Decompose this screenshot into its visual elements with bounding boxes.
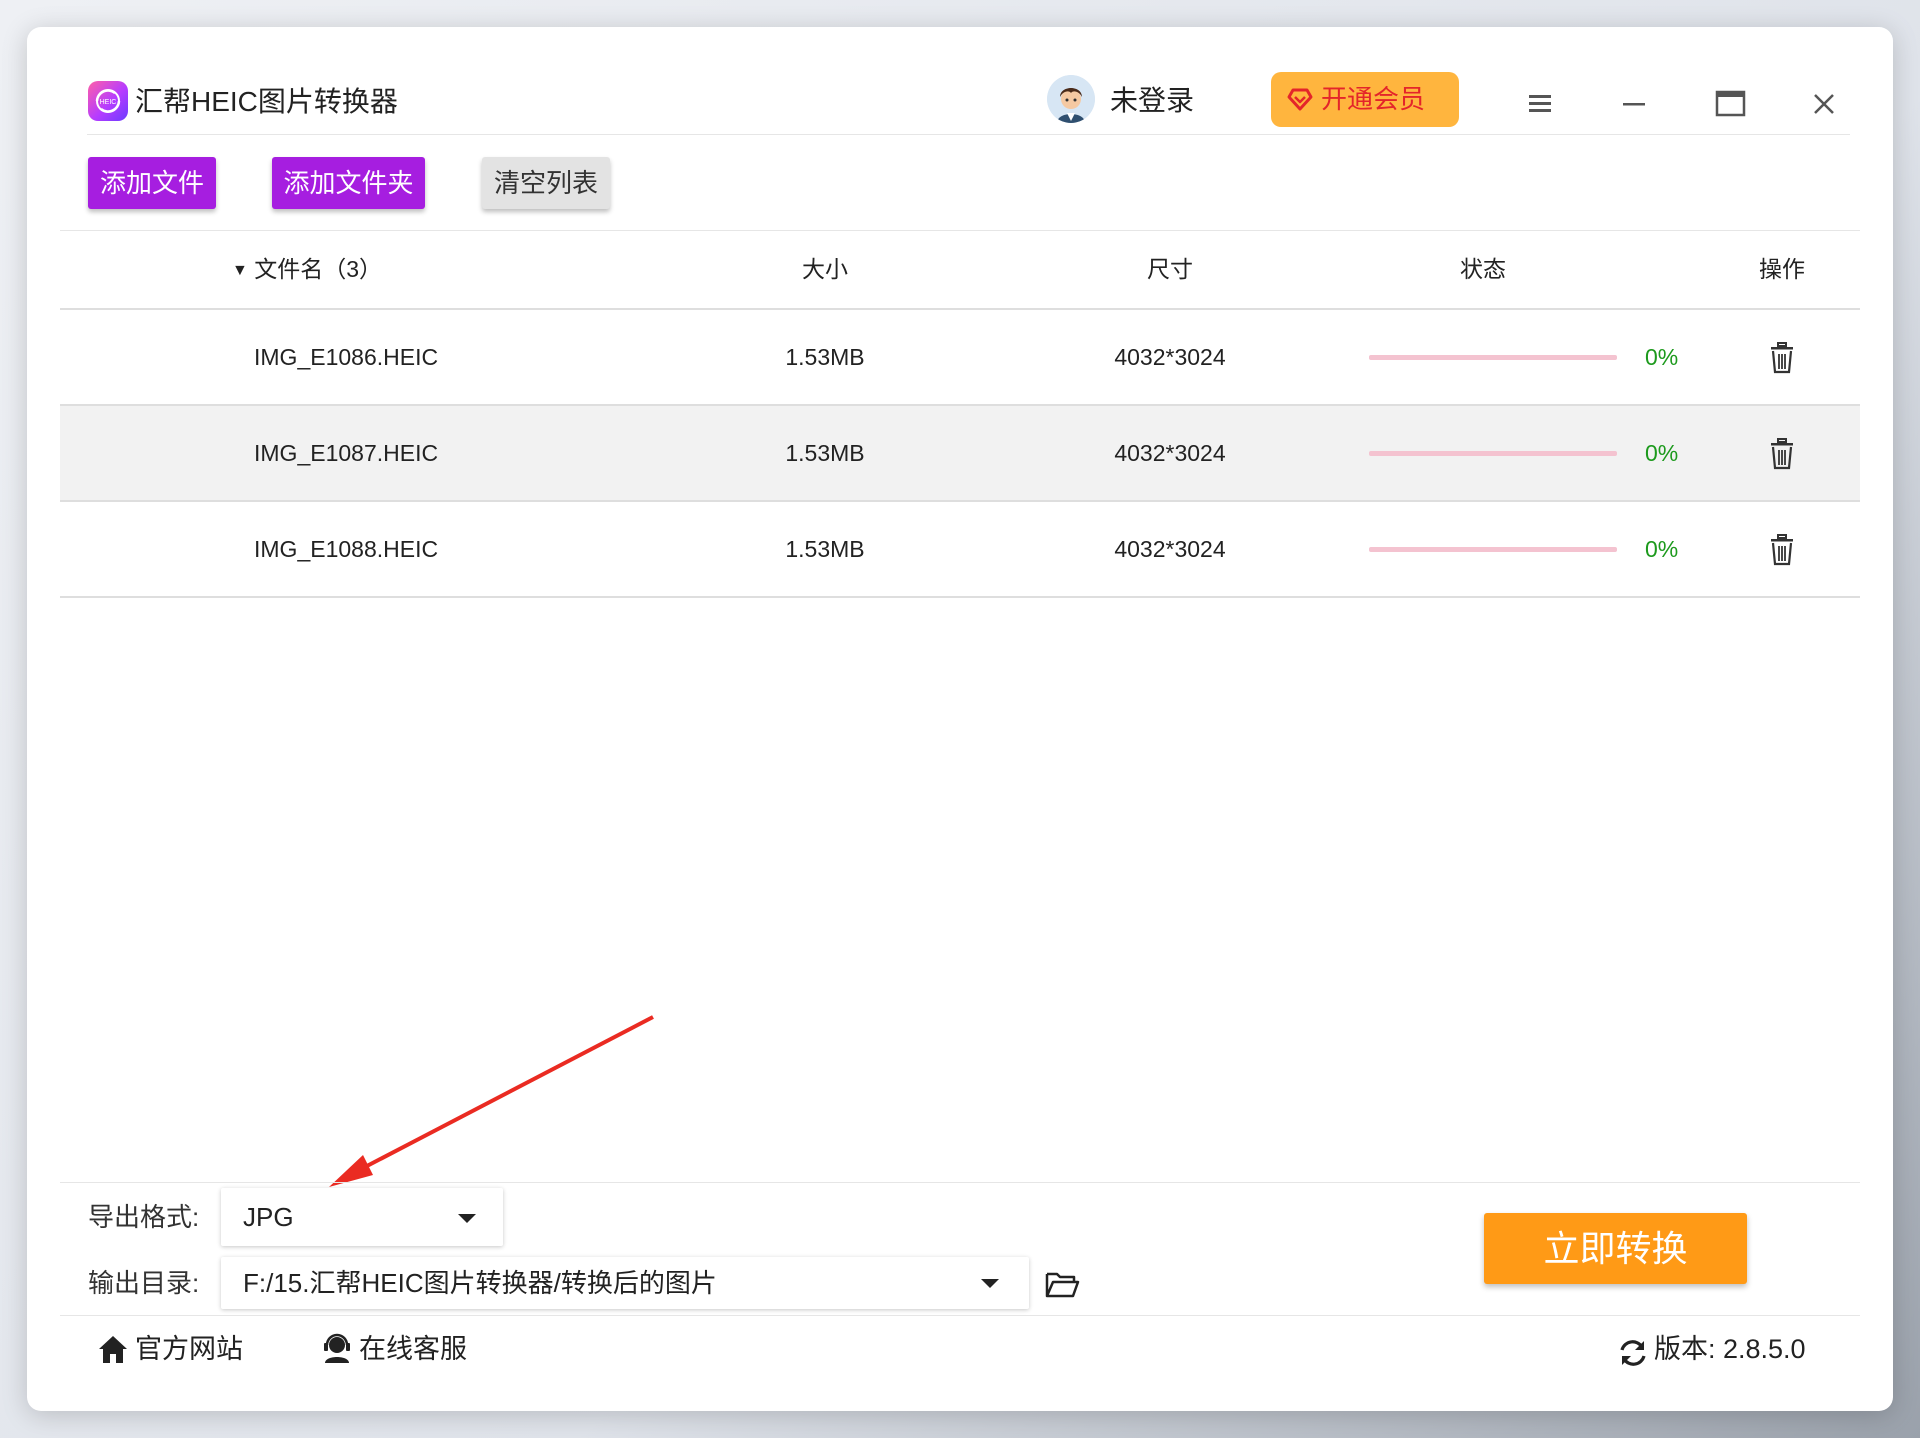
customer-service-icon — [324, 1333, 350, 1363]
online-support-link[interactable]: 在线客服 — [321, 1329, 491, 1369]
format-label: 导出格式: — [88, 1202, 200, 1232]
convert-now-button[interactable]: 立即转换 — [1484, 1213, 1747, 1284]
version-info[interactable]: 版本: 2.8.5.0 — [1618, 1331, 1848, 1371]
official-website-label: 官方网站 — [135, 1334, 243, 1364]
format-value: JPG — [243, 1202, 294, 1232]
online-support-label: 在线客服 — [359, 1334, 467, 1364]
output-dir-select[interactable]: F:/15.汇帮HEIC图片转换器/转换后的图片 — [221, 1257, 1029, 1309]
format-select[interactable]: JPG — [221, 1188, 503, 1246]
folder-open-icon — [1045, 1272, 1080, 1298]
app-window: HEIC 汇帮HEIC图片转换器 未登录 开通会员 添加文件 添加文件夹 清空列… — [27, 27, 1893, 1411]
footer-divider — [60, 1315, 1860, 1316]
output-dir-label: 输出目录: — [88, 1268, 200, 1298]
official-website-link[interactable]: 官方网站 — [97, 1329, 267, 1369]
open-folder-button[interactable] — [1044, 1268, 1080, 1300]
chevron-down-icon — [458, 1214, 476, 1223]
version-label: 版本: 2.8.5.0 — [1654, 1334, 1806, 1364]
output-dir-value: F:/15.汇帮HEIC图片转换器/转换后的图片 — [243, 1268, 717, 1298]
chevron-down-icon — [981, 1279, 999, 1288]
home-icon — [99, 1336, 127, 1363]
settings-divider — [60, 1182, 1860, 1183]
refresh-icon — [1620, 1340, 1646, 1366]
